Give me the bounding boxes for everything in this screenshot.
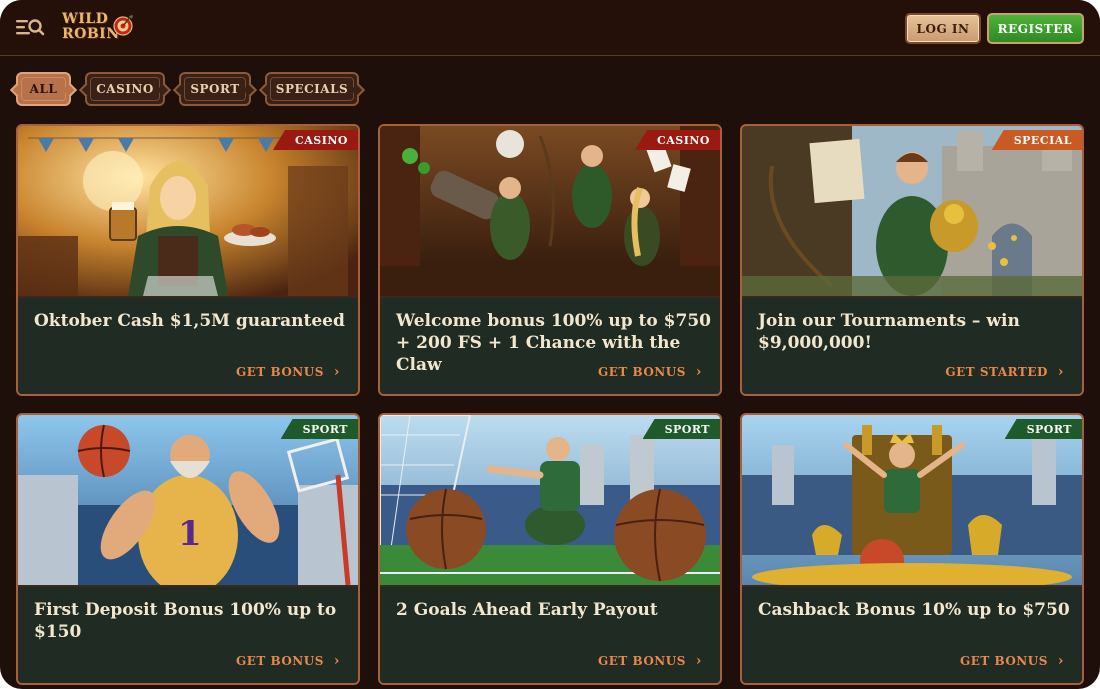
register-button[interactable]: REGISTER — [987, 13, 1084, 44]
logo-text-bottom: ROBIN — [62, 26, 120, 42]
card-title: Join our Tournaments – win $9,000,000! — [758, 311, 1020, 353]
promo-image-welcome: CASINO — [380, 126, 720, 296]
category-badge: CASINO — [634, 130, 720, 150]
filter-specials-chip[interactable]: SPECIALS — [265, 72, 359, 106]
card-title: Oktober Cash $1,5M guaranteed — [34, 311, 345, 331]
chevron-right-icon: › — [695, 364, 702, 380]
card-body: Oktober Cash $1,5M guaranteed GET BONUS … — [18, 296, 358, 394]
page-frame: WILD ROBIN LOG IN REGISTER ALL CASINO SP… — [0, 0, 1100, 689]
cta-label: GET BONUS — [597, 365, 686, 379]
promo-card[interactable]: SPORT 2 Goals Ahead Early Payout GET BON… — [378, 413, 722, 685]
cta-label: GET BONUS — [235, 654, 324, 668]
filter-sport-chip[interactable]: SPORT — [179, 72, 251, 106]
cta-label: GET STARTED — [945, 365, 1048, 379]
get-bonus-link[interactable]: GET BONUS › — [598, 364, 702, 380]
wild-robin-logo[interactable]: WILD ROBIN — [62, 10, 142, 46]
promo-image-tournaments: SPECIAL — [742, 126, 1082, 296]
card-body: Cashback Bonus 10% up to $750 GET BONUS … — [742, 585, 1082, 683]
login-button[interactable]: LOG IN — [905, 13, 981, 44]
target-icon — [113, 15, 133, 36]
card-title: 2 Goals Ahead Early Payout — [396, 600, 658, 620]
chevron-right-icon: › — [333, 653, 340, 669]
top-header: WILD ROBIN LOG IN REGISTER — [0, 0, 1100, 56]
promo-card[interactable]: SPECIAL Join our Tournaments – win $9,00… — [740, 124, 1084, 396]
chevron-right-icon: › — [1057, 653, 1064, 669]
chevron-right-icon: › — [333, 364, 340, 380]
get-bonus-link[interactable]: GET BONUS › — [236, 364, 340, 380]
filter-casino-chip[interactable]: CASINO — [85, 72, 165, 106]
promo-card[interactable]: 1 SPORT First Deposit Bonus 100% up to $… — [16, 413, 360, 685]
card-body: Welcome bonus 100% up to $750 + 200 FS +… — [380, 296, 720, 394]
card-title: First Deposit Bonus 100% up to $150 — [34, 600, 337, 642]
get-bonus-link[interactable]: GET BONUS › — [236, 653, 340, 669]
promo-image-cashback: SPORT — [742, 415, 1082, 585]
filter-all-chip[interactable]: ALL — [16, 72, 71, 106]
promo-card[interactable]: CASINO Oktober Cash $1,5M guaranteed GET… — [16, 124, 360, 396]
chevron-right-icon: › — [1057, 364, 1064, 380]
get-started-link[interactable]: GET STARTED › — [945, 364, 1064, 380]
get-bonus-link[interactable]: GET BONUS › — [598, 653, 702, 669]
category-badge: SPORT — [280, 419, 358, 439]
logo-text-top: WILD — [62, 11, 109, 27]
promo-image-oktober: CASINO — [18, 126, 358, 296]
category-badge: CASINO — [272, 130, 358, 150]
get-bonus-link[interactable]: GET BONUS › — [960, 653, 1064, 669]
cta-label: GET BONUS — [597, 654, 686, 668]
chevron-right-icon: › — [695, 653, 702, 669]
card-title: Cashback Bonus 10% up to $750 — [758, 600, 1070, 620]
category-badge: SPORT — [1004, 419, 1082, 439]
card-body: Join our Tournaments – win $9,000,000! G… — [742, 296, 1082, 394]
promo-image-two-goals: SPORT — [380, 415, 720, 585]
promo-card[interactable]: SPORT Cashback Bonus 10% up to $750 GET … — [740, 413, 1084, 685]
category-badge: SPORT — [642, 419, 720, 439]
card-body: 2 Goals Ahead Early Payout GET BONUS › — [380, 585, 720, 683]
svg-text:1: 1 — [178, 514, 202, 554]
cta-label: GET BONUS — [235, 365, 324, 379]
cta-label: GET BONUS — [959, 654, 1048, 668]
promo-image-first-deposit: 1 SPORT — [18, 415, 358, 585]
card-body: First Deposit Bonus 100% up to $150 GET … — [18, 585, 358, 683]
promo-card[interactable]: CASINO Welcome bonus 100% up to $750 + 2… — [378, 124, 722, 396]
menu-search-icon[interactable] — [14, 14, 46, 42]
category-badge: SPECIAL — [991, 130, 1082, 150]
